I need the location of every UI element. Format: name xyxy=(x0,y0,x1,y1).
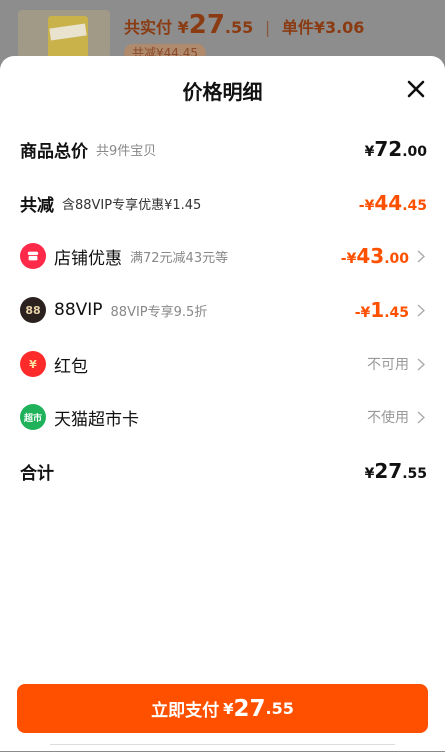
row-value: -¥ 1.45 xyxy=(354,298,409,322)
pay-now-button[interactable]: 立即支付 ¥27.55 xyxy=(17,684,428,733)
row-goods-total: 商品总价 共9件宝贝 ¥72.00 xyxy=(20,133,427,165)
close-icon xyxy=(407,80,425,98)
close-button[interactable] xyxy=(401,74,431,104)
row-label: 88VIP xyxy=(54,300,103,320)
row-value: ¥27.55 xyxy=(364,459,427,483)
chevron-right-icon xyxy=(417,357,427,371)
row-label: 红包 xyxy=(54,356,88,377)
store-icon xyxy=(20,243,46,269)
chevron-right-icon xyxy=(417,303,427,317)
row-label: 商品总价 xyxy=(20,141,88,162)
row-value: ¥72.00 xyxy=(364,137,427,161)
row-total-discount: 共减 含88VIP专享优惠¥1.45 -¥ 44.45 xyxy=(20,187,427,219)
row-status: 不使用 xyxy=(367,410,409,426)
row-88vip[interactable]: 88 88VIP 88VIP专享9.5折 -¥ 1.45 xyxy=(20,294,427,326)
tmall-supermarket-icon: 超市 xyxy=(20,404,46,430)
sheet-title: 价格明细 xyxy=(182,80,263,104)
row-label: 天猫超市卡 xyxy=(54,409,139,430)
row-value: -¥ 44.45 xyxy=(358,191,427,215)
row-tmall-card[interactable]: 超市 天猫超市卡 不使用 xyxy=(20,401,427,433)
row-store-discount[interactable]: 店铺优惠 满72元减43元等 -¥ 43.00 xyxy=(20,240,427,272)
row-note: 含88VIP专享优惠¥1.45 xyxy=(62,197,202,213)
row-label: 共减 xyxy=(20,195,54,216)
row-note: 共9件宝贝 xyxy=(96,143,157,159)
row-label: 店铺优惠 xyxy=(54,248,122,269)
vip-88-icon: 88 xyxy=(20,297,46,323)
row-value: -¥ 43.00 xyxy=(340,244,409,268)
row-status: 不可用 xyxy=(367,357,409,373)
chevron-right-icon xyxy=(417,410,427,424)
product-thumbnail xyxy=(18,10,110,58)
row-red-packet[interactable]: ¥ 红包 不可用 xyxy=(20,348,427,380)
red-packet-icon: ¥ xyxy=(20,351,46,377)
row-note: 88VIP专享9.5折 xyxy=(110,304,208,320)
background-price: 共实付 ¥27.55 | 单件¥3.06 xyxy=(124,10,365,40)
background-product-strip: 共实付 ¥27.55 | 单件¥3.06 共减¥44.45 xyxy=(0,0,445,62)
row-label: 合计 xyxy=(20,463,54,484)
row-grand-total: 合计 ¥27.55 xyxy=(20,455,427,487)
row-note: 满72元减43元等 xyxy=(130,250,229,266)
chevron-right-icon xyxy=(417,249,427,263)
